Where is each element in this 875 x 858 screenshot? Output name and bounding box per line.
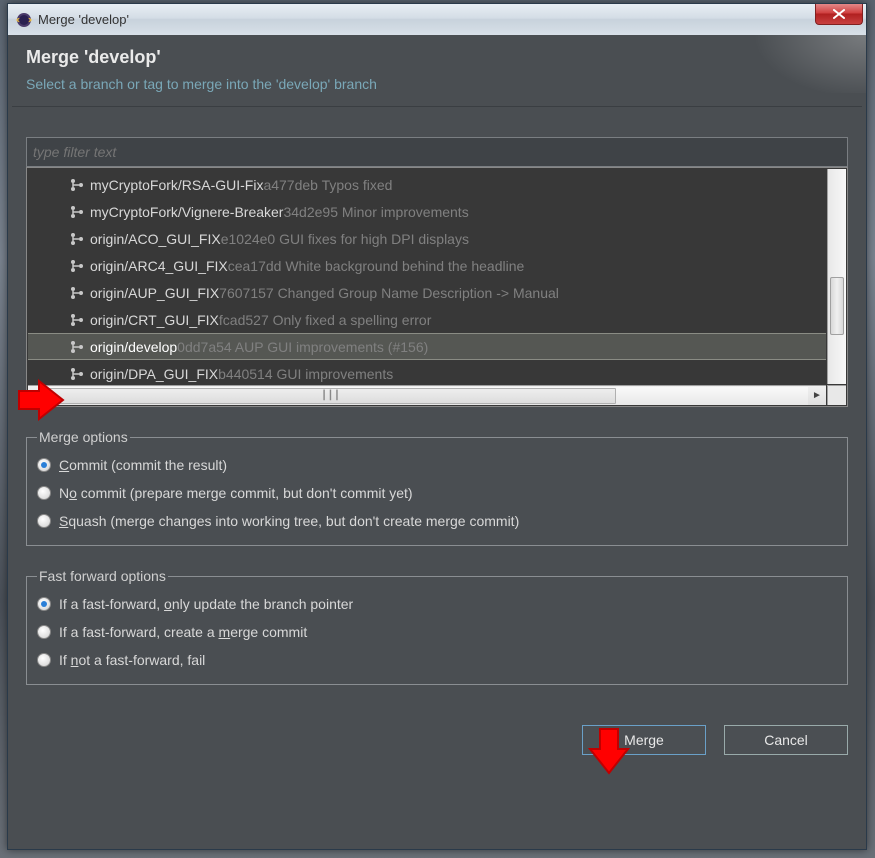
- branch-name: myCryptoFork/Vignere-Breaker: [90, 204, 283, 220]
- dialog-subtitle: Select a branch or tag to merge into the…: [26, 76, 848, 92]
- radio-label: No commit (prepare merge commit, but don…: [59, 485, 413, 501]
- branch-commit-info: 7607157 Changed Group Name Description -…: [219, 285, 559, 301]
- ff-options-group: Fast forward options If a fast-forward, …: [26, 568, 848, 685]
- branch-icon: [70, 205, 84, 219]
- branch-item[interactable]: origin/CRT_GUI_FIX fcad527 Only fixed a …: [28, 306, 826, 333]
- branch-commit-info: cea17dd White background behind the head…: [228, 258, 525, 274]
- titlebar[interactable]: Merge 'develop': [8, 4, 866, 35]
- vertical-scrollbar[interactable]: [827, 169, 846, 384]
- radio-label: If a fast-forward, create a merge commit: [59, 624, 307, 640]
- radio-label: If not a fast-forward, fail: [59, 652, 205, 668]
- merge-option[interactable]: Squash (merge changes into working tree,…: [37, 507, 837, 535]
- vertical-scroll-thumb[interactable]: [830, 277, 844, 335]
- branch-item[interactable]: origin/ARC4_GUI_FIX cea17dd White backgr…: [28, 252, 826, 279]
- branch-commit-info: 34d2e95 Minor improvements: [283, 204, 468, 220]
- branch-commit-info: 0dd7a54 AUP GUI improvements (#156): [177, 339, 428, 355]
- radio-icon[interactable]: [37, 486, 51, 500]
- branch-icon: [70, 259, 84, 273]
- horizontal-scrollbar[interactable]: ◄ ┃┃┃ ►: [28, 385, 826, 405]
- branch-icon: [70, 313, 84, 327]
- merge-option[interactable]: No commit (prepare merge commit, but don…: [37, 479, 837, 507]
- branch-item[interactable]: myCryptoFork/RSA-GUI-Fix a477deb Typos f…: [28, 171, 826, 198]
- branch-icon: [70, 367, 84, 381]
- dialog-header: Merge 'develop' Select a branch or tag t…: [8, 35, 866, 106]
- hscroll-track[interactable]: ┃┃┃: [46, 387, 808, 405]
- radio-icon[interactable]: [37, 653, 51, 667]
- branch-name: origin/ACO_GUI_FIX: [90, 231, 221, 247]
- dialog-content: myCryptoFork/RSA-GUI-Fix a477deb Typos f…: [8, 109, 866, 695]
- branch-name: origin/AUP_GUI_FIX: [90, 285, 219, 301]
- branch-item[interactable]: origin/develop 0dd7a54 AUP GUI improveme…: [28, 333, 826, 360]
- button-bar: Merge Cancel: [8, 695, 866, 769]
- filter-input-wrap[interactable]: [26, 137, 848, 167]
- close-button[interactable]: [815, 4, 863, 25]
- branch-name: origin/develop: [90, 339, 177, 355]
- radio-icon[interactable]: [37, 597, 51, 611]
- scroll-corner: [827, 385, 846, 405]
- dialog-title: Merge 'develop': [26, 47, 848, 68]
- radio-icon[interactable]: [37, 625, 51, 639]
- branch-item[interactable]: origin/DPA_GUI_FIX b440514 GUI improveme…: [28, 360, 826, 384]
- ff-option[interactable]: If a fast-forward, create a merge commit: [37, 618, 837, 646]
- window-title: Merge 'develop': [38, 12, 129, 27]
- branch-commit-info: b440514 GUI improvements: [218, 366, 393, 382]
- branch-tree-container: myCryptoFork/RSA-GUI-Fix a477deb Typos f…: [26, 167, 848, 407]
- branch-commit-info: a477deb Typos fixed: [263, 177, 392, 193]
- eclipse-icon: [16, 12, 32, 28]
- dialog-window: Merge 'develop' Merge 'develop' Select a…: [7, 3, 867, 850]
- radio-icon[interactable]: [37, 514, 51, 528]
- branch-icon: [70, 340, 84, 354]
- branch-name: origin/DPA_GUI_FIX: [90, 366, 218, 382]
- filter-input[interactable]: [33, 144, 841, 160]
- hscroll-thumb[interactable]: ┃┃┃: [46, 388, 616, 404]
- branch-item[interactable]: myCryptoFork/Vignere-Breaker 34d2e95 Min…: [28, 198, 826, 225]
- merge-options-legend: Merge options: [37, 429, 130, 445]
- radio-label: Commit (commit the result): [59, 457, 227, 473]
- hscroll-left-arrow[interactable]: ◄: [28, 387, 46, 405]
- cancel-button[interactable]: Cancel: [724, 725, 848, 755]
- branch-name: origin/CRT_GUI_FIX: [90, 312, 219, 328]
- merge-option[interactable]: Commit (commit the result): [37, 451, 837, 479]
- header-divider: [12, 106, 862, 107]
- branch-icon: [70, 178, 84, 192]
- branch-commit-info: fcad527 Only fixed a spelling error: [219, 312, 431, 328]
- radio-icon[interactable]: [37, 458, 51, 472]
- branch-commit-info: e1024e0 GUI fixes for high DPI displays: [221, 231, 469, 247]
- radio-label: If a fast-forward, only update the branc…: [59, 596, 353, 612]
- branch-icon: [70, 286, 84, 300]
- hscroll-right-arrow[interactable]: ►: [808, 387, 826, 405]
- ff-option[interactable]: If a fast-forward, only update the branc…: [37, 590, 837, 618]
- ff-options-legend: Fast forward options: [37, 568, 168, 584]
- branch-item[interactable]: origin/AUP_GUI_FIX 7607157 Changed Group…: [28, 279, 826, 306]
- ff-option[interactable]: If not a fast-forward, fail: [37, 646, 837, 674]
- merge-button[interactable]: Merge: [582, 725, 706, 755]
- branch-icon: [70, 232, 84, 246]
- tree-viewport[interactable]: myCryptoFork/RSA-GUI-Fix a477deb Typos f…: [28, 169, 826, 384]
- branch-item[interactable]: origin/ACO_GUI_FIX e1024e0 GUI fixes for…: [28, 225, 826, 252]
- merge-options-group: Merge options Commit (commit the result)…: [26, 429, 848, 546]
- branch-name: myCryptoFork/RSA-GUI-Fix: [90, 177, 263, 193]
- radio-label: Squash (merge changes into working tree,…: [59, 513, 519, 529]
- branch-name: origin/ARC4_GUI_FIX: [90, 258, 228, 274]
